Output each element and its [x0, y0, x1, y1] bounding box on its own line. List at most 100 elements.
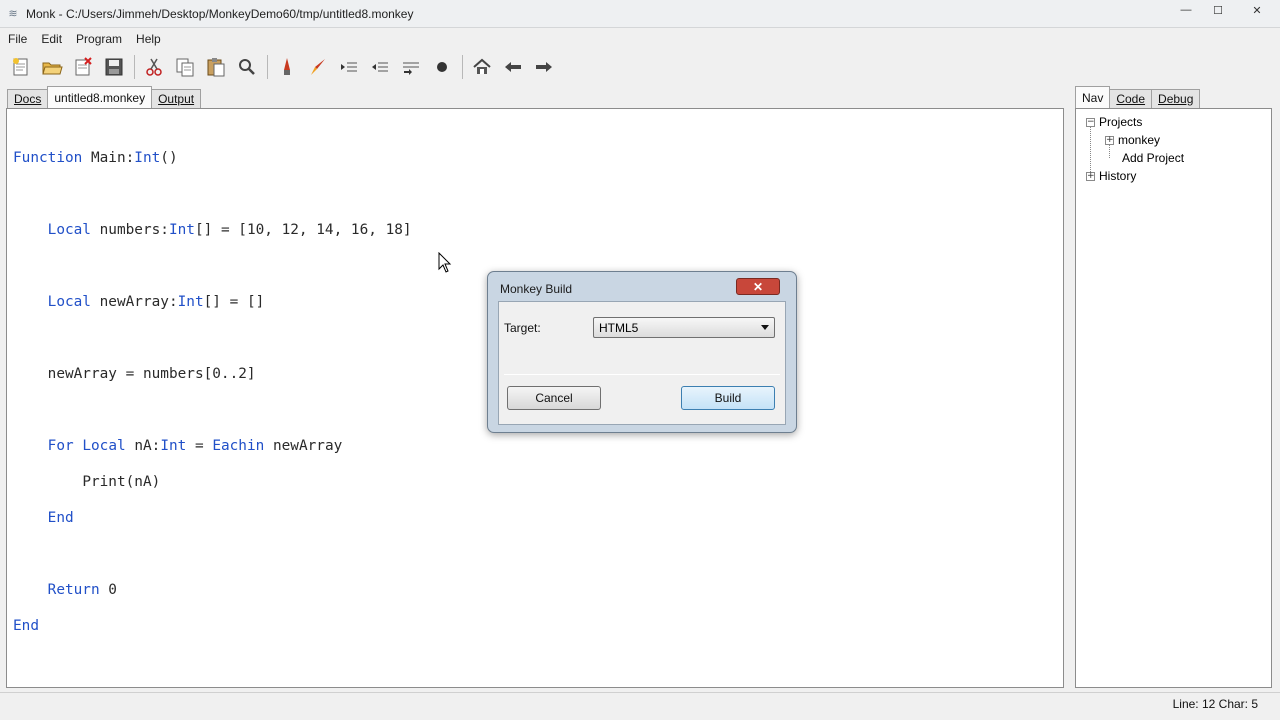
code-text-span: () — [160, 150, 178, 166]
mouse-cursor-icon — [438, 251, 454, 277]
menu-edit[interactable]: Edit — [35, 32, 68, 46]
tree-label-projects: Projects — [1099, 115, 1143, 129]
new-file-icon[interactable] — [8, 54, 34, 80]
code-line: Print(nA) — [13, 473, 412, 491]
title-bar: ≋ Monk - C:/Users/Jimmeh/Desktop/MonkeyD… — [0, 0, 1280, 28]
forward-arrow-icon[interactable] — [531, 54, 557, 80]
back-arrow-icon[interactable] — [500, 54, 526, 80]
code-text-span: = — [186, 438, 213, 454]
open-folder-icon[interactable] — [39, 54, 65, 80]
toolbar — [0, 52, 1280, 82]
tree-connector — [1090, 126, 1091, 172]
code-text-span: newArray: — [90, 294, 178, 310]
menu-bar: File Edit Program Help — [0, 28, 1280, 50]
code-line: Return 0 — [13, 581, 412, 599]
code-keyword: Function — [13, 150, 83, 166]
close-window-button[interactable]: ✕ — [1234, 0, 1280, 20]
code-keyword: Local — [47, 222, 91, 238]
tree-label-history: History — [1099, 169, 1137, 183]
status-bar: Line: 12 Char: 5 — [0, 692, 1280, 720]
menu-file[interactable]: File — [2, 32, 33, 46]
toolbar-separator — [134, 55, 135, 79]
tab-output-label: Output — [158, 92, 195, 106]
cut-icon[interactable] — [141, 54, 167, 80]
close-file-icon[interactable] — [70, 54, 96, 80]
chevron-down-icon — [761, 325, 769, 330]
build-icon[interactable] — [274, 54, 300, 80]
step-icon[interactable] — [398, 54, 424, 80]
tab-debug[interactable]: Debug — [1151, 89, 1201, 108]
copy-icon[interactable] — [172, 54, 198, 80]
tree-label-monkey: monkey — [1118, 133, 1161, 147]
paste-icon[interactable] — [203, 54, 229, 80]
tree-item-projects[interactable]: − Projects — [1086, 113, 1184, 131]
tab-debug-label: Debug — [1158, 92, 1194, 106]
window-controls: — ☐ ✕ — [1170, 0, 1280, 20]
target-label: Target: — [504, 321, 541, 335]
project-tree: − Projects + monkey Add Project + Histor… — [1086, 113, 1184, 185]
code-line: Function Main:Int() — [13, 149, 412, 167]
build-run-icon[interactable] — [305, 54, 331, 80]
tab-docs-label: Docs — [14, 92, 42, 106]
editor-tabs: Docs untitled8.monkey Output — [7, 86, 202, 108]
build-dialog: Monkey Build ✕ Target: HTML5 Cancel Buil… — [487, 271, 797, 433]
tree-item-history[interactable]: + History — [1086, 167, 1184, 185]
tab-code[interactable]: Code — [1109, 89, 1153, 108]
cursor-position: Line: 12 Char: 5 — [1172, 697, 1258, 711]
expand-icon[interactable]: + — [1086, 171, 1095, 181]
save-icon[interactable] — [101, 54, 127, 80]
code-text-span: 0 — [99, 582, 117, 598]
code-text-span: newArray — [264, 438, 343, 454]
indent-icon[interactable] — [336, 54, 362, 80]
code-text-span: Main: — [82, 150, 135, 166]
menu-help[interactable]: Help — [130, 32, 167, 46]
app-icon: ≋ — [8, 8, 18, 20]
maximize-button[interactable]: ☐ — [1202, 0, 1234, 20]
find-icon[interactable] — [234, 54, 260, 80]
code-text-span: [] = [] — [203, 294, 265, 310]
tab-output[interactable]: Output — [151, 89, 202, 108]
code-keyword: Int — [177, 294, 204, 310]
menu-program[interactable]: Program — [70, 32, 128, 46]
window-title: Monk - C:/Users/Jimmeh/Desktop/MonkeyDem… — [26, 6, 414, 21]
build-button[interactable]: Build — [681, 386, 775, 410]
tab-docs[interactable]: Docs — [7, 89, 49, 108]
code-text-span: newArray = numbers[0..2] — [47, 366, 256, 382]
tree-label-add-project: Add Project — [1122, 151, 1185, 165]
target-select-value: HTML5 — [599, 320, 639, 335]
code-text-span: nA: — [125, 438, 161, 454]
breakpoint-icon[interactable] — [429, 54, 455, 80]
code-keyword: Int — [168, 222, 195, 238]
toolbar-separator — [267, 55, 268, 79]
home-icon[interactable] — [469, 54, 495, 80]
side-tabs: Nav Code Debug — [1075, 86, 1201, 108]
dialog-title: Monkey Build — [500, 282, 573, 296]
dialog-divider — [504, 374, 780, 375]
tab-untitled8-label: untitled8.monkey — [54, 90, 146, 105]
code-line: For Local nA:Int = Eachin newArray — [13, 437, 412, 455]
tab-code-label: Code — [1116, 92, 1146, 106]
code-keyword: For — [47, 438, 74, 454]
tab-untitled8[interactable]: untitled8.monkey — [47, 86, 153, 108]
tree-item-add-project[interactable]: Add Project — [1086, 149, 1184, 167]
target-select[interactable]: HTML5 — [593, 317, 775, 338]
minimize-button[interactable]: — — [1170, 0, 1202, 20]
toolbar-separator — [462, 55, 463, 79]
dialog-body: Target: HTML5 Cancel Build — [498, 301, 786, 425]
code-keyword: Local — [82, 438, 126, 454]
code-line: End — [13, 509, 412, 527]
cancel-button[interactable]: Cancel — [507, 386, 601, 410]
code-line: End — [13, 617, 412, 635]
outdent-icon[interactable] — [367, 54, 393, 80]
tab-nav-label: Nav — [1082, 90, 1104, 105]
code-keyword: End — [47, 510, 74, 526]
dialog-close-button[interactable]: ✕ — [736, 278, 780, 295]
tab-nav[interactable]: Nav — [1075, 86, 1111, 108]
tree-item-monkey[interactable]: + monkey — [1086, 131, 1184, 149]
code-text-span: Print(nA) — [82, 474, 161, 490]
